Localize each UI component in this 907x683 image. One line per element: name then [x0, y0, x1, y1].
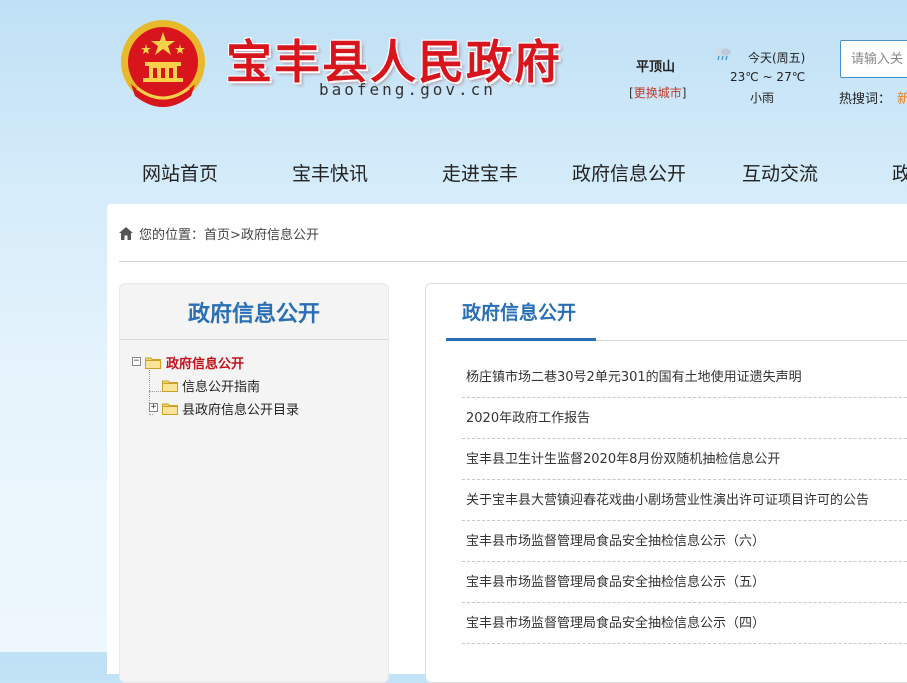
- panel-title[interactable]: 政府信息公开: [462, 298, 576, 325]
- hot-search-link[interactable]: 新: [897, 92, 907, 107]
- nav-item-more[interactable]: 政: [892, 159, 907, 186]
- weather-temperature: 23℃ ~ 27℃: [730, 70, 806, 84]
- active-tab-indicator: [446, 338, 596, 341]
- tree-label[interactable]: 政府信息公开: [166, 353, 244, 372]
- list-item[interactable]: 2020年政府工作报告: [462, 399, 907, 439]
- site-domain: baofeng.gov.cn: [319, 80, 496, 99]
- tree-node-gov-info[interactable]: − 政府信息公开: [132, 352, 372, 375]
- folder-open-icon: [145, 357, 161, 369]
- nav-item-about[interactable]: 走进宝丰: [442, 159, 518, 186]
- search-input[interactable]: [840, 40, 907, 78]
- weather-day: 今天(周五): [748, 51, 806, 65]
- breadcrumb: 您的位置：首页>政府信息公开: [119, 224, 319, 243]
- article-list: 杨庄镇市场二巷30号2单元301的国有土地使用证遗失声明 2020年政府工作报告…: [462, 358, 907, 645]
- category-tree: − 政府信息公开 信息公开指南 + 县政府信息公开目录: [132, 352, 372, 421]
- folder-icon: [162, 380, 178, 392]
- list-item[interactable]: 宝丰县市场监督管理局食品安全抽检信息公示（五）: [462, 563, 907, 603]
- tree-node-catalog[interactable]: + 县政府信息公开目录: [132, 398, 372, 421]
- folder-icon: [162, 403, 178, 415]
- tree-label[interactable]: 信息公开指南: [182, 376, 260, 395]
- nav-item-gov-info[interactable]: 政府信息公开: [572, 159, 686, 186]
- tree-node-guide[interactable]: 信息公开指南: [132, 375, 372, 398]
- expand-toggle-icon[interactable]: +: [149, 403, 158, 412]
- list-item[interactable]: 杨庄镇市场二巷30号2单元301的国有土地使用证遗失声明: [462, 358, 907, 398]
- home-icon: [119, 227, 133, 240]
- list-item[interactable]: 宝丰县市场监督管理局食品安全抽检信息公示（四）: [462, 604, 907, 644]
- current-city: 平顶山: [636, 60, 676, 75]
- cloud-rain-icon: [715, 46, 731, 61]
- breadcrumb-home-link[interactable]: 首页: [204, 228, 230, 243]
- breadcrumb-divider: [119, 261, 907, 262]
- list-item[interactable]: 关于宝丰县大营镇迎春花戏曲小剧场营业性演出许可证项目许可的公告: [462, 481, 907, 521]
- change-city-link[interactable]: 更换城市: [634, 86, 682, 100]
- national-emblem-icon: [121, 20, 205, 107]
- tree-label[interactable]: 县政府信息公开目录: [182, 399, 299, 418]
- nav-item-interaction[interactable]: 互动交流: [742, 159, 818, 186]
- breadcrumb-current[interactable]: 政府信息公开: [241, 228, 319, 243]
- nav-item-home[interactable]: 网站首页: [142, 159, 218, 186]
- list-item[interactable]: 宝丰县卫生计生监督2020年8月份双随机抽检信息公开: [462, 440, 907, 480]
- nav-item-news[interactable]: 宝丰快讯: [292, 159, 368, 186]
- sidebar: 政府信息公开 − 政府信息公开 信息公开指南 + 县政府信息公开目录: [119, 283, 389, 683]
- weather-condition: 小雨: [750, 91, 775, 105]
- list-item[interactable]: 宝丰县市场监督管理局食品安全抽检信息公示（六）: [462, 522, 907, 562]
- main-nav: 网站首页 宝丰快讯 走进宝丰 政府信息公开 互动交流 政: [0, 150, 907, 194]
- collapse-toggle-icon[interactable]: −: [132, 357, 141, 366]
- content-card: 您的位置：首页>政府信息公开 政府信息公开 − 政府信息公开 信息公开指南 + …: [107, 204, 907, 683]
- sidebar-divider: [120, 339, 388, 340]
- hot-search: 热搜词：新: [839, 88, 907, 107]
- city-switch: [更换城市]: [629, 86, 687, 100]
- content-panel: 政府信息公开 杨庄镇市场二巷30号2单元301的国有土地使用证遗失声明 2020…: [425, 283, 907, 683]
- sidebar-title: 政府信息公开: [187, 302, 320, 327]
